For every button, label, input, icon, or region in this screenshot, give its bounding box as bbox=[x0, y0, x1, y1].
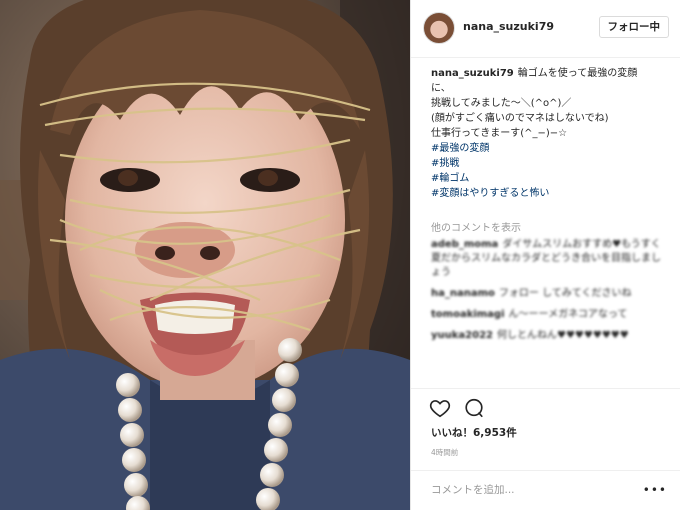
post-photo-illustration bbox=[0, 0, 410, 510]
comment-username[interactable]: adeb_moma bbox=[431, 239, 498, 250]
caption-line: 仕事行ってきまーす(^_−)−☆ bbox=[431, 128, 568, 139]
comment-text: ん〜ーーメガネコアなって bbox=[508, 309, 628, 320]
comment-bubble-icon[interactable] bbox=[463, 397, 485, 419]
caption-line: に、 bbox=[431, 83, 451, 94]
comment-text: 何しとんねん♥♥♥♥♥♥♥♥ bbox=[497, 330, 629, 341]
caption-line: 輪ゴムを使って最強の変顔 bbox=[517, 68, 638, 79]
caption-username[interactable]: nana_suzuki79 bbox=[431, 68, 514, 79]
comment-item: adeb_moma ダイサムスリムおすすめ♥もうすく夏だからスリムなカラダとどうき… bbox=[431, 238, 669, 280]
hashtag-link[interactable]: #挑戦 bbox=[431, 156, 669, 171]
comment-item: ha_nanamo フォロー してみてくださいね bbox=[431, 287, 669, 301]
post-timestamp: 4時間前 bbox=[431, 448, 459, 457]
hashtag-link[interactable]: #変顔はやりすぎると怖い bbox=[431, 186, 669, 201]
hashtag-link[interactable]: #最強の変顔 bbox=[431, 141, 669, 156]
heart-outline-icon[interactable] bbox=[429, 397, 451, 419]
comment-list: adeb_moma ダイサムスリムおすすめ♥もうすく夏だからスリムなカラダとどうき… bbox=[431, 238, 669, 350]
post-actions: いいね！6,953件 4時間前 bbox=[411, 388, 680, 462]
load-more-comments-link[interactable]: 他のコメントを表示 bbox=[431, 219, 521, 234]
add-comment-bar: ••• bbox=[411, 470, 680, 510]
avatar[interactable] bbox=[423, 12, 455, 44]
likes-count[interactable]: いいね！6,953件 bbox=[431, 425, 517, 440]
following-button[interactable]: フォロー中 bbox=[598, 16, 669, 38]
more-options-icon[interactable]: ••• bbox=[643, 483, 667, 497]
comment-item: tomoakimagi ん〜ーーメガネコアなって bbox=[431, 308, 669, 322]
comment-input[interactable] bbox=[431, 480, 631, 500]
caption-line: 挑戦してみました〜＼(^o^)／ bbox=[431, 98, 572, 109]
hashtag-link[interactable]: #輪ゴム bbox=[431, 171, 669, 186]
post-side-panel: nana_suzuki79 フォロー中 nana_suzuki79 輪ゴムを使って… bbox=[410, 0, 680, 510]
post-header: nana_suzuki79 フォロー中 bbox=[411, 0, 680, 58]
post-caption: nana_suzuki79 輪ゴムを使って最強の変顔 に、 挑戦してみました〜＼(… bbox=[431, 66, 669, 201]
comment-username[interactable]: tomoakimagi bbox=[431, 309, 505, 320]
header-username[interactable]: nana_suzuki79 bbox=[463, 20, 554, 33]
comment-text: フォロー してみてくださいね bbox=[498, 288, 632, 299]
post-photo[interactable] bbox=[0, 0, 410, 510]
comment-username[interactable]: yuuka2022 bbox=[431, 330, 493, 341]
caption-line: (顔がすごく痛いのでマネはしないでね) bbox=[431, 113, 609, 124]
comment-username[interactable]: ha_nanamo bbox=[431, 288, 495, 299]
comment-item: yuuka2022 何しとんねん♥♥♥♥♥♥♥♥ bbox=[431, 329, 669, 343]
